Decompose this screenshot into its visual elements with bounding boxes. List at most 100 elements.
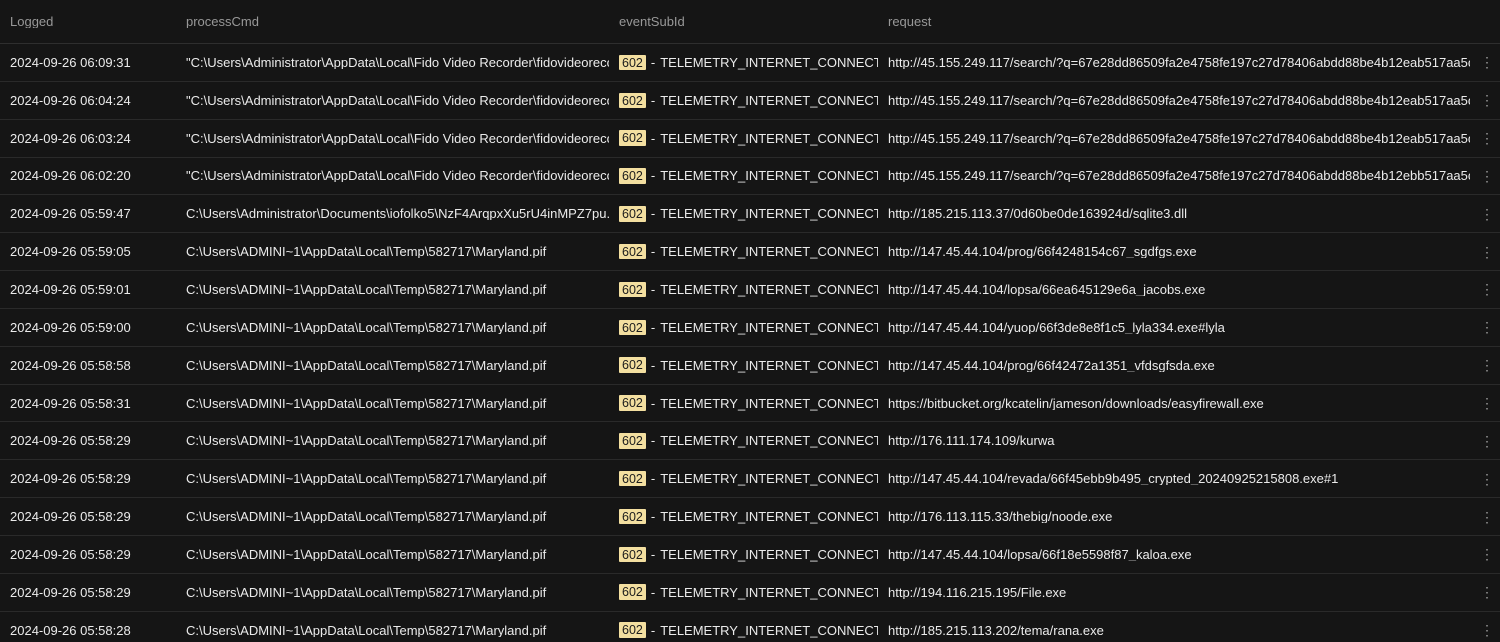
row-actions-button[interactable]: ⋮	[1470, 169, 1500, 183]
event-name-label: TELEMETRY_INTERNET_CONNECT	[660, 283, 878, 296]
request-cell: http://185.215.113.202/tema/rana.exe	[878, 624, 1470, 637]
logged-cell: 2024-09-26 05:58:29	[0, 472, 176, 485]
event-name-label: TELEMETRY_INTERNET_CONNECT	[660, 624, 878, 637]
kebab-vertical-icon: ⋮	[1480, 396, 1494, 410]
event-subid-cell: 602 - TELEMETRY_INTERNET_CONNECT	[609, 357, 878, 373]
event-code-badge: 602	[619, 584, 646, 600]
event-subid-cell: 602 - TELEMETRY_INTERNET_CONNECT	[609, 584, 878, 600]
request-cell: http://176.111.174.109/kurwa	[878, 434, 1470, 447]
table-row[interactable]: 2024-09-26 05:59:05 C:\Users\ADMINI~1\Ap…	[0, 233, 1500, 271]
table-row[interactable]: 2024-09-26 05:58:29 C:\Users\ADMINI~1\Ap…	[0, 536, 1500, 574]
table-row[interactable]: 2024-09-26 05:58:58 C:\Users\ADMINI~1\Ap…	[0, 347, 1500, 385]
event-code-badge: 602	[619, 168, 646, 184]
row-actions-button[interactable]: ⋮	[1470, 472, 1500, 486]
row-actions-button[interactable]: ⋮	[1470, 93, 1500, 107]
request-cell: http://147.45.44.104/yuop/66f3de8e8f1c5_…	[878, 321, 1470, 334]
logged-cell: 2024-09-26 05:58:28	[0, 624, 176, 637]
row-actions-button[interactable]: ⋮	[1470, 547, 1500, 561]
table-row[interactable]: 2024-09-26 05:58:28 C:\Users\ADMINI~1\Ap…	[0, 612, 1500, 642]
event-separator: -	[651, 434, 655, 447]
process-cmd-cell: "C:\Users\Administrator\AppData\Local\Fi…	[176, 94, 609, 107]
event-separator: -	[651, 207, 655, 220]
row-actions: ⋮	[1470, 434, 1500, 448]
header-cell-request[interactable]: request	[878, 15, 1470, 28]
row-actions-button[interactable]: ⋮	[1470, 623, 1500, 637]
event-code-badge: 602	[619, 282, 646, 298]
event-subid-cell: 602 - TELEMETRY_INTERNET_CONNECT	[609, 168, 878, 184]
event-name-label: TELEMETRY_INTERNET_CONNECT	[660, 56, 878, 69]
table-row[interactable]: 2024-09-26 06:04:24 "C:\Users\Administra…	[0, 82, 1500, 120]
logged-cell: 2024-09-26 05:58:29	[0, 548, 176, 561]
table-row[interactable]: 2024-09-26 06:09:31 "C:\Users\Administra…	[0, 44, 1500, 82]
row-actions: ⋮	[1470, 282, 1500, 296]
event-code-badge: 602	[619, 206, 646, 222]
row-actions: ⋮	[1470, 320, 1500, 334]
event-name-label: TELEMETRY_INTERNET_CONNECT	[660, 245, 878, 258]
row-actions: ⋮	[1470, 93, 1500, 107]
table-row[interactable]: 2024-09-26 05:59:00 C:\Users\ADMINI~1\Ap…	[0, 309, 1500, 347]
event-code-badge: 602	[619, 93, 646, 109]
event-name-label: TELEMETRY_INTERNET_CONNECT	[660, 132, 878, 145]
logged-cell: 2024-09-26 05:59:47	[0, 207, 176, 220]
event-subid-cell: 602 - TELEMETRY_INTERNET_CONNECT	[609, 206, 878, 222]
row-actions-button[interactable]: ⋮	[1470, 434, 1500, 448]
row-actions-button[interactable]: ⋮	[1470, 282, 1500, 296]
row-actions: ⋮	[1470, 358, 1500, 372]
row-actions-button[interactable]: ⋮	[1470, 131, 1500, 145]
event-code-badge: 602	[619, 244, 646, 260]
process-cmd-cell: "C:\Users\Administrator\AppData\Local\Fi…	[176, 132, 609, 145]
process-cmd-cell: C:\Users\ADMINI~1\AppData\Local\Temp\582…	[176, 510, 609, 523]
table-row[interactable]: 2024-09-26 05:59:01 C:\Users\ADMINI~1\Ap…	[0, 271, 1500, 309]
row-actions-button[interactable]: ⋮	[1470, 358, 1500, 372]
table-header: Logged processCmd eventSubId request	[0, 0, 1500, 44]
kebab-vertical-icon: ⋮	[1480, 472, 1494, 486]
table-row[interactable]: 2024-09-26 05:58:29 C:\Users\ADMINI~1\Ap…	[0, 422, 1500, 460]
logged-cell: 2024-09-26 05:58:29	[0, 586, 176, 599]
row-actions: ⋮	[1470, 245, 1500, 259]
event-code-badge: 602	[619, 395, 646, 411]
process-cmd-cell: C:\Users\ADMINI~1\AppData\Local\Temp\582…	[176, 245, 609, 258]
row-actions-button[interactable]: ⋮	[1470, 585, 1500, 599]
request-cell: http://147.45.44.104/revada/66f45ebb9b49…	[878, 472, 1470, 485]
table-row[interactable]: 2024-09-26 05:58:31 C:\Users\ADMINI~1\Ap…	[0, 385, 1500, 423]
table-row[interactable]: 2024-09-26 05:59:47 C:\Users\Administrat…	[0, 195, 1500, 233]
event-code-badge: 602	[619, 130, 646, 146]
table-row[interactable]: 2024-09-26 05:58:29 C:\Users\ADMINI~1\Ap…	[0, 498, 1500, 536]
process-cmd-cell: "C:\Users\Administrator\AppData\Local\Fi…	[176, 169, 609, 182]
process-cmd-cell: C:\Users\ADMINI~1\AppData\Local\Temp\582…	[176, 472, 609, 485]
row-actions-button[interactable]: ⋮	[1470, 207, 1500, 221]
event-code-badge: 602	[619, 471, 646, 487]
table-row[interactable]: 2024-09-26 06:02:20 "C:\Users\Administra…	[0, 158, 1500, 196]
process-cmd-cell: C:\Users\Administrator\Documents\iofolko…	[176, 207, 609, 220]
event-separator: -	[651, 94, 655, 107]
event-separator: -	[651, 245, 655, 258]
event-subid-cell: 602 - TELEMETRY_INTERNET_CONNECT	[609, 622, 878, 638]
process-cmd-cell: C:\Users\ADMINI~1\AppData\Local\Temp\582…	[176, 397, 609, 410]
table-row[interactable]: 2024-09-26 05:58:29 C:\Users\ADMINI~1\Ap…	[0, 460, 1500, 498]
process-cmd-cell: C:\Users\ADMINI~1\AppData\Local\Temp\582…	[176, 586, 609, 599]
request-cell: http://147.45.44.104/prog/66f42472a1351_…	[878, 359, 1470, 372]
row-actions-button[interactable]: ⋮	[1470, 396, 1500, 410]
event-name-label: TELEMETRY_INTERNET_CONNECT	[660, 207, 878, 220]
event-separator: -	[651, 321, 655, 334]
event-subid-cell: 602 - TELEMETRY_INTERNET_CONNECT	[609, 433, 878, 449]
request-cell: http://194.116.215.195/File.exe	[878, 586, 1470, 599]
table-row[interactable]: 2024-09-26 06:03:24 "C:\Users\Administra…	[0, 120, 1500, 158]
kebab-vertical-icon: ⋮	[1480, 55, 1494, 69]
event-subid-cell: 602 - TELEMETRY_INTERNET_CONNECT	[609, 244, 878, 260]
table-row[interactable]: 2024-09-26 05:58:29 C:\Users\ADMINI~1\Ap…	[0, 574, 1500, 612]
row-actions-button[interactable]: ⋮	[1470, 320, 1500, 334]
header-cell-logged[interactable]: Logged	[0, 15, 176, 28]
row-actions-button[interactable]: ⋮	[1470, 55, 1500, 69]
header-cell-eventsubid[interactable]: eventSubId	[609, 15, 878, 28]
row-actions: ⋮	[1470, 472, 1500, 486]
event-name-label: TELEMETRY_INTERNET_CONNECT	[660, 94, 878, 107]
event-separator: -	[651, 510, 655, 523]
row-actions-button[interactable]: ⋮	[1470, 245, 1500, 259]
row-actions-button[interactable]: ⋮	[1470, 510, 1500, 524]
kebab-vertical-icon: ⋮	[1480, 169, 1494, 183]
row-actions: ⋮	[1470, 55, 1500, 69]
header-cell-processcmd[interactable]: processCmd	[176, 15, 609, 28]
event-separator: -	[651, 359, 655, 372]
row-actions: ⋮	[1470, 131, 1500, 145]
